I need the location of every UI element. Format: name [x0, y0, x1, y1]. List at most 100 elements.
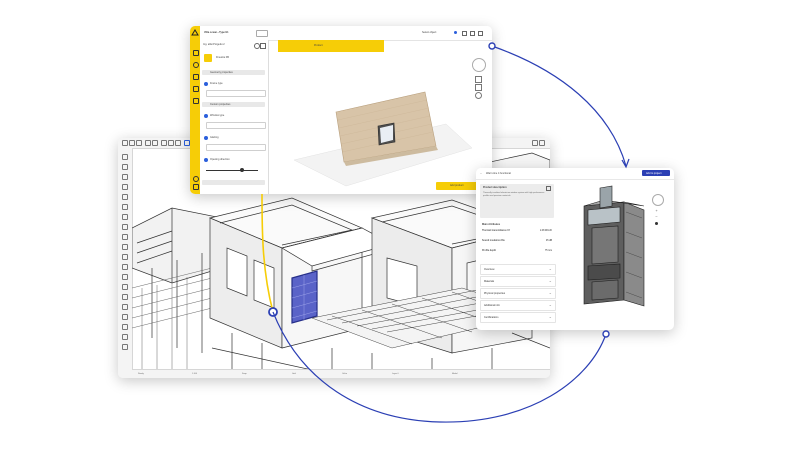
select-icon[interactable]	[161, 140, 167, 146]
label-tool-icon[interactable]	[122, 294, 128, 300]
help-icon[interactable]	[539, 140, 545, 146]
redo-icon[interactable]	[152, 140, 158, 146]
close-icon[interactable]	[478, 31, 483, 36]
product-3d-preview[interactable]	[270, 54, 492, 194]
window-tool-icon[interactable]	[122, 174, 128, 180]
app-yellow-sidebar	[190, 26, 200, 194]
status-item[interactable]: Grid	[292, 373, 296, 375]
reset-view-icon[interactable]	[655, 222, 658, 225]
accordion-additional[interactable]: Additional info ⌄	[480, 300, 556, 311]
cad-status-bar: Ready 1:100 Snap Grid Ortho Layer 0 Mode…	[132, 369, 550, 378]
view-cube-icon[interactable]	[472, 58, 486, 72]
status-item[interactable]: 1:100	[192, 373, 197, 375]
radio-icon[interactable]	[204, 136, 208, 140]
glazing-select[interactable]	[206, 144, 266, 151]
undo-icon[interactable]	[145, 140, 151, 146]
more-options-row[interactable]	[202, 180, 265, 185]
fill-tool-icon[interactable]	[122, 304, 128, 310]
window-type-select[interactable]	[206, 122, 266, 129]
wall-tool-icon[interactable]	[122, 154, 128, 160]
radio-icon[interactable]	[204, 82, 208, 86]
open-icon[interactable]	[129, 140, 135, 146]
info-icon[interactable]	[454, 31, 457, 34]
zoom-in-icon[interactable]: +	[654, 208, 659, 213]
description-card: Product description Thermally insulated …	[480, 184, 554, 218]
roof-tool-icon[interactable]	[122, 214, 128, 220]
move-icon[interactable]	[168, 140, 174, 146]
slider-track[interactable]	[206, 170, 258, 171]
collapse-icon[interactable]	[546, 186, 551, 191]
object-tool-icon[interactable]	[122, 244, 128, 250]
zoom-in-icon[interactable]	[475, 76, 482, 83]
favorites-icon[interactable]	[193, 86, 199, 92]
dimension-tool-icon[interactable]	[122, 274, 128, 280]
accordion-materials[interactable]: Materials ⌄	[480, 276, 556, 287]
project-name: Ing. alfai Progetto 2	[203, 43, 225, 46]
slab-tool-icon[interactable]	[122, 204, 128, 210]
mesh-tool-icon[interactable]	[122, 264, 128, 270]
project-tab[interactable]: Villa ocean...Type E1	[204, 31, 229, 34]
section-custom[interactable]: Custom properties	[202, 102, 265, 107]
accordion-overview[interactable]: Overview ⌄	[480, 264, 556, 275]
property-row: Thermal transmittance Uf 1.08 W/m²K	[482, 230, 552, 232]
reset-view-icon[interactable]	[475, 92, 482, 99]
arc-end-anchor	[602, 330, 610, 338]
app-logo-icon	[191, 29, 199, 36]
arc-tool-icon[interactable]	[122, 324, 128, 330]
properties-title: Main Attributes	[482, 223, 501, 226]
version-badge	[256, 30, 268, 37]
status-item[interactable]: Snap	[242, 373, 247, 375]
product-title: Warm-line 4 functional	[486, 172, 511, 175]
beam-tool-icon[interactable]	[122, 194, 128, 200]
zoom-out-icon[interactable]: −	[654, 214, 659, 219]
settings-icon[interactable]	[532, 140, 538, 146]
polyline-tool-icon[interactable]	[122, 334, 128, 340]
select-object-label[interactable]: Select object	[422, 31, 436, 34]
section-geometry[interactable]: Geometry properties	[202, 70, 265, 75]
door-tool-icon[interactable]	[122, 164, 128, 170]
field-label: Glazing	[210, 136, 219, 139]
back-icon[interactable]: ←	[480, 172, 483, 175]
new-icon[interactable]	[122, 140, 128, 146]
slider-thumb[interactable]	[240, 168, 244, 172]
accordion-physical[interactable]: Physical properties ⌄	[480, 288, 556, 299]
frame-type-select[interactable]	[206, 90, 266, 97]
field-label: Frame type	[210, 82, 223, 85]
minimize-icon[interactable]	[462, 31, 467, 36]
projects-icon[interactable]	[193, 98, 199, 104]
rotate-icon[interactable]	[175, 140, 181, 146]
plugin-app-window: Villa ocean...Type E1 Select object Ing.…	[190, 26, 492, 194]
status-item[interactable]: Model	[452, 373, 457, 375]
settings-icon[interactable]	[193, 184, 199, 190]
field-label: Opening direction	[210, 158, 230, 161]
stair-tool-icon[interactable]	[122, 224, 128, 230]
zoom-out-icon[interactable]	[475, 84, 482, 91]
product-detail-window: ← Warm-line 4 functional Add to project …	[476, 168, 674, 330]
tab-product[interactable]: Product	[278, 40, 384, 52]
line-tool-icon[interactable]	[122, 314, 128, 320]
railing-tool-icon[interactable]	[122, 234, 128, 240]
status-item[interactable]: Ortho	[342, 373, 347, 375]
app-topbar: Villa ocean...Type E1 Select object	[200, 26, 492, 41]
radio-icon[interactable]	[204, 158, 208, 162]
home-icon[interactable]	[193, 50, 199, 56]
radio-icon[interactable]	[204, 114, 208, 118]
zone-tool-icon[interactable]	[122, 254, 128, 260]
status-item[interactable]: Layer 0	[392, 373, 399, 375]
product-header: ← Warm-line 4 functional Add to project	[476, 168, 674, 180]
description-title: Product description	[483, 186, 507, 189]
user-icon[interactable]	[193, 176, 199, 182]
text-tool-icon[interactable]	[122, 284, 128, 290]
cad-left-toolbox	[118, 148, 133, 378]
maximize-icon[interactable]	[470, 31, 475, 36]
property-row: Sound insulation Rw 45 dB	[482, 240, 552, 242]
view-cube-icon[interactable]	[652, 194, 664, 206]
accordion-certifications[interactable]: Certifications ⌄	[480, 312, 556, 323]
camera-tool-icon[interactable]	[122, 344, 128, 350]
search-icon[interactable]	[193, 62, 199, 68]
library-icon[interactable]	[193, 74, 199, 80]
add-to-project-button[interactable]: Add to project	[642, 170, 670, 176]
filter-icon[interactable]	[260, 43, 266, 49]
column-tool-icon[interactable]	[122, 184, 128, 190]
save-icon[interactable]	[136, 140, 142, 146]
